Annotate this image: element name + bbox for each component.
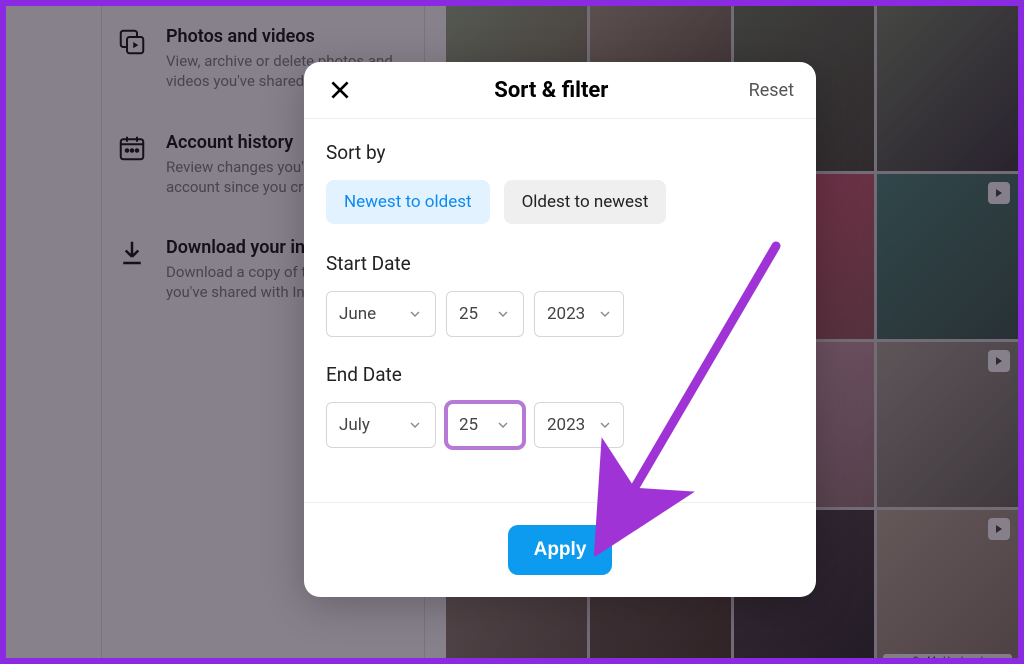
modal-body: Sort by Newest to oldest Oldest to newes… xyxy=(304,119,816,502)
end-date-label: End Date xyxy=(326,363,794,386)
end-year-value: 2023 xyxy=(547,415,585,435)
start-day-select[interactable]: 25 xyxy=(446,291,524,337)
chevron-down-icon xyxy=(597,306,613,322)
sort-by-label: Sort by xyxy=(326,141,794,164)
modal-title: Sort & filter xyxy=(494,78,608,103)
start-year-select[interactable]: 2023 xyxy=(534,291,624,337)
app-frame: Photos and videos View, archive or delet… xyxy=(6,6,1018,658)
chevron-down-icon xyxy=(407,306,423,322)
start-day-value: 25 xyxy=(459,304,478,324)
modal-header: Sort & filter Reset xyxy=(304,62,816,119)
start-date-row: June 25 2023 xyxy=(326,291,794,337)
close-icon[interactable] xyxy=(326,76,354,104)
end-date-row: July 25 2023 xyxy=(326,402,794,448)
end-month-select[interactable]: July xyxy=(326,402,436,448)
chevron-down-icon xyxy=(495,417,511,433)
sort-options-row: Newest to oldest Oldest to newest xyxy=(326,180,794,224)
chevron-down-icon xyxy=(495,306,511,322)
apply-button[interactable]: Apply xyxy=(508,525,613,575)
modal-footer: Apply xyxy=(304,502,816,597)
end-day-select[interactable]: 25 xyxy=(446,402,524,448)
end-year-select[interactable]: 2023 xyxy=(534,402,624,448)
start-date-label: Start Date xyxy=(326,252,794,275)
sort-oldest-chip[interactable]: Oldest to newest xyxy=(504,180,667,224)
start-year-value: 2023 xyxy=(547,304,585,324)
sort-filter-modal: Sort & filter Reset Sort by Newest to ol… xyxy=(304,62,816,597)
start-month-select[interactable]: June xyxy=(326,291,436,337)
reset-button[interactable]: Reset xyxy=(749,80,794,101)
chevron-down-icon xyxy=(597,417,613,433)
end-month-value: July xyxy=(339,415,370,435)
sort-newest-chip[interactable]: Newest to oldest xyxy=(326,180,490,224)
chevron-down-icon xyxy=(407,417,423,433)
start-month-value: June xyxy=(339,304,376,324)
end-day-value: 25 xyxy=(459,415,478,435)
